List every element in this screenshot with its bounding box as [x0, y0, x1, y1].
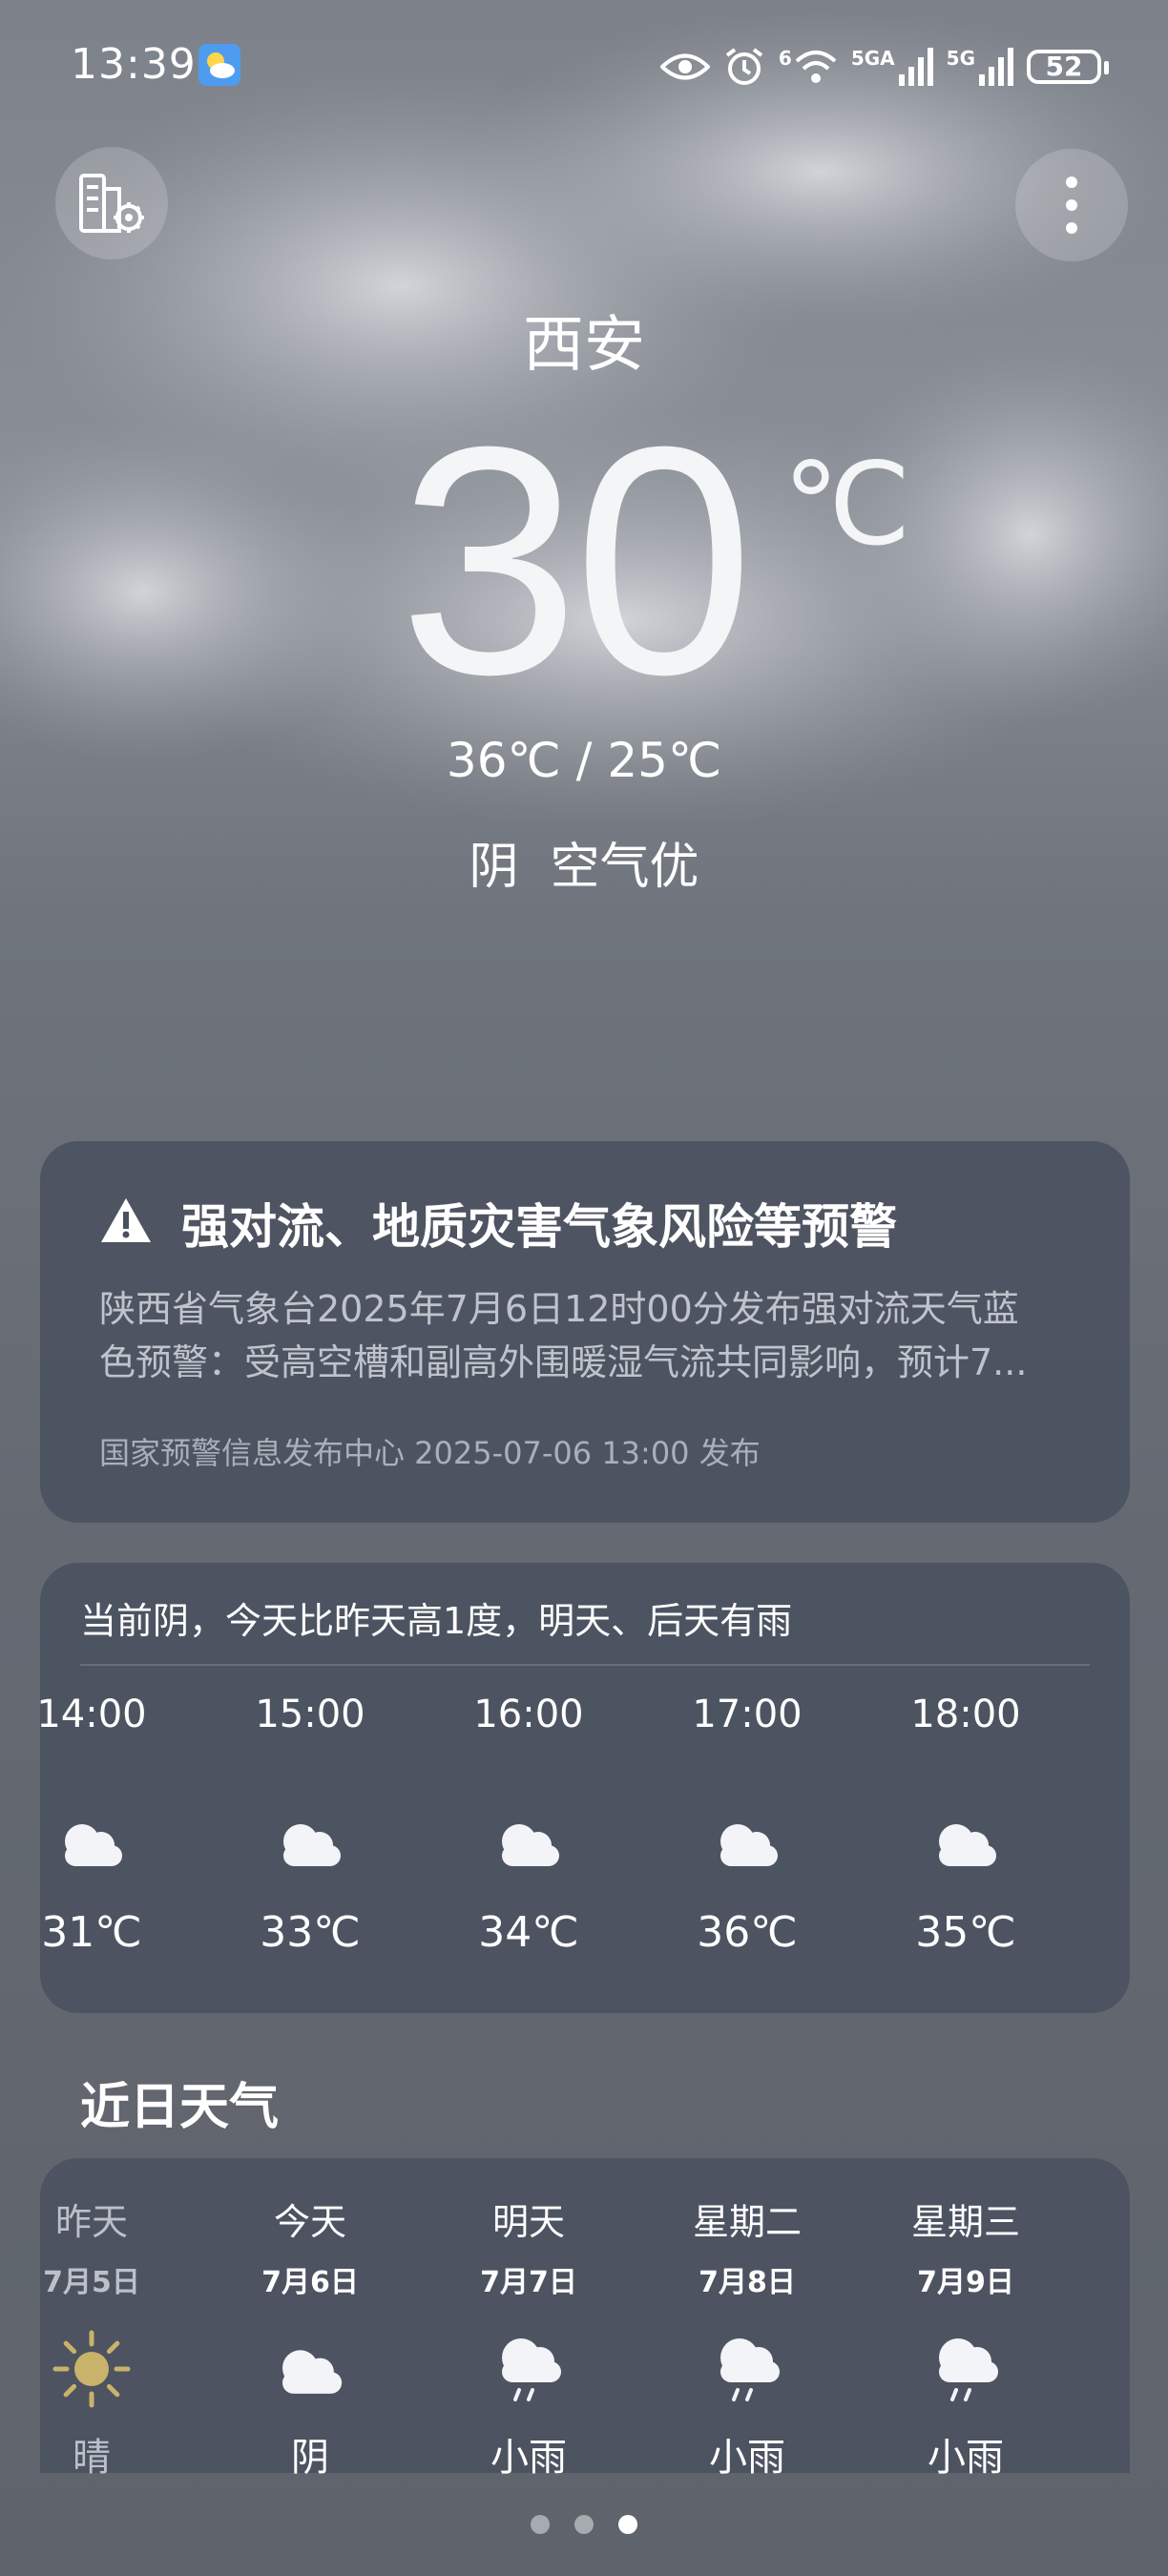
city-name: 西安: [523, 310, 645, 381]
network-label: 6: [778, 47, 792, 70]
network-type-label: 5G: [946, 47, 975, 70]
daily-section-title: 近日天气: [80, 2079, 280, 2136]
city-settings-icon: [79, 174, 144, 233]
day-name: 昨天: [54, 2201, 128, 2243]
status-icons: 6 5GA 5G 52: [659, 44, 1109, 90]
weather-app-icon: [198, 44, 240, 86]
daily-forecast-card[interactable]: 昨天 7月5日晴 今天 7月6日阴 明天 7月7日小雨 星期二 7月8日小雨 星期三 7月9日小雨: [40, 2158, 1130, 2480]
hour-temperature: 35℃: [915, 1908, 1016, 1957]
daily-item[interactable]: 今天 7月6日阴: [224, 2192, 396, 2482]
day-date: 7月5日: [43, 2266, 140, 2299]
cloudy-icon: [53, 1817, 130, 1870]
hourly-forecast-card[interactable]: 当前阴，今天比昨天高1度，明天、后天有雨 14:00 31℃ 15:00 33℃ 16:…: [36, 1563, 1130, 2013]
hourly-item: 18:00 35℃: [880, 1693, 1052, 1957]
signal-icon: [898, 48, 933, 86]
cloudy-icon: [270, 2329, 350, 2409]
day-date: 7月6日: [261, 2266, 359, 2299]
alert-body-line: 陕西省气象台2025年7月6日12时00分发布强对流天气蓝: [99, 1288, 1019, 1330]
alert-body-line: 色预警：受高空槽和副高外围暖湿气流共同影响，预计7...: [99, 1341, 1028, 1383]
temperature-range: 36℃ / 25℃: [446, 733, 722, 788]
day-condition: 小雨: [709, 2436, 785, 2480]
day-date: 7月9日: [917, 2266, 1014, 2299]
hourly-summary: 当前阴，今天比昨天高1度，明天、后天有雨: [80, 1600, 793, 1642]
day-condition: 晴: [73, 2436, 111, 2480]
temperature-unit: ℃: [782, 441, 911, 569]
divider: [80, 1664, 1090, 1666]
hour-time: 18:00: [910, 1693, 1021, 1736]
hour-time: 16:00: [473, 1693, 584, 1736]
light-rain-icon: [707, 2329, 787, 2409]
daily-item[interactable]: 星期三 7月9日小雨: [880, 2192, 1052, 2482]
day-name: 星期三: [910, 2201, 1020, 2243]
daily-item[interactable]: 昨天 7月5日晴: [6, 2192, 177, 2482]
hour-temperature: 34℃: [478, 1908, 579, 1957]
network-type-label: 5GA: [850, 47, 895, 70]
more-vertical-icon: [1066, 177, 1077, 234]
day-date: 7月8日: [699, 2266, 796, 2299]
hourly-item: 15:00 33℃: [224, 1693, 396, 1957]
hourly-item: 14:00 31℃: [6, 1693, 177, 1957]
page-indicator[interactable]: [0, 2515, 1168, 2534]
hourly-item: 16:00 34℃: [443, 1693, 615, 1957]
daily-item[interactable]: 明天 7月7日小雨: [443, 2192, 615, 2482]
page-dot[interactable]: [574, 2515, 594, 2534]
day-condition: 阴: [291, 2436, 329, 2480]
weather-alert-card[interactable]: 强对流、地质灾害气象风险等预警 陕西省气象台2025年7月6日12时00分发布强…: [40, 1141, 1130, 1523]
hour-temperature: 31℃: [41, 1908, 142, 1957]
day-condition: 小雨: [490, 2436, 567, 2480]
battery-indicator: 52: [1027, 50, 1109, 84]
cloudy-icon: [928, 1817, 1004, 1870]
cloudy-icon: [272, 1817, 348, 1870]
current-temperature: 30: [399, 380, 754, 742]
day-date: 7月7日: [480, 2266, 577, 2299]
hourly-item: 17:00 36℃: [661, 1693, 833, 1957]
page-dot[interactable]: [531, 2515, 550, 2534]
hour-temperature: 36℃: [697, 1908, 798, 1957]
status-time: 13:39: [71, 40, 197, 89]
eye-icon: [659, 53, 710, 80]
cloudy-icon: [709, 1817, 785, 1870]
wifi-icon: [795, 51, 837, 83]
page-dot[interactable]: [618, 2515, 637, 2534]
sunny-icon: [52, 2329, 132, 2409]
alarm-icon: [725, 48, 763, 85]
cloudy-icon: [490, 1817, 567, 1870]
alert-body: 陕西省气象台2025年7月6日12时00分发布强对流天气蓝 色预警：受高空槽和副…: [99, 1282, 1082, 1389]
day-condition: 小雨: [928, 2436, 1004, 2480]
hour-time: 15:00: [255, 1693, 365, 1736]
city-manage-button[interactable]: [55, 147, 168, 260]
daily-item[interactable]: 星期二 7月8日小雨: [661, 2192, 833, 2482]
hour-temperature: 33℃: [260, 1908, 361, 1957]
light-rain-icon: [926, 2329, 1006, 2409]
hour-time: 17:00: [692, 1693, 803, 1736]
weather-condition: 阴 空气优: [469, 839, 699, 896]
alert-source: 国家预警信息发布中心 2025-07-06 13:00 发布: [99, 1435, 761, 1471]
more-options-button[interactable]: [1015, 149, 1128, 261]
alert-title: 强对流、地质灾害气象风险等预警: [181, 1199, 897, 1255]
signal-icon: [979, 48, 1013, 86]
day-name: 明天: [491, 2201, 565, 2243]
light-rain-icon: [489, 2329, 569, 2409]
hour-time: 14:00: [36, 1693, 147, 1736]
warning-icon: [101, 1198, 151, 1242]
day-name: 今天: [273, 2201, 346, 2243]
day-name: 星期二: [692, 2201, 802, 2243]
